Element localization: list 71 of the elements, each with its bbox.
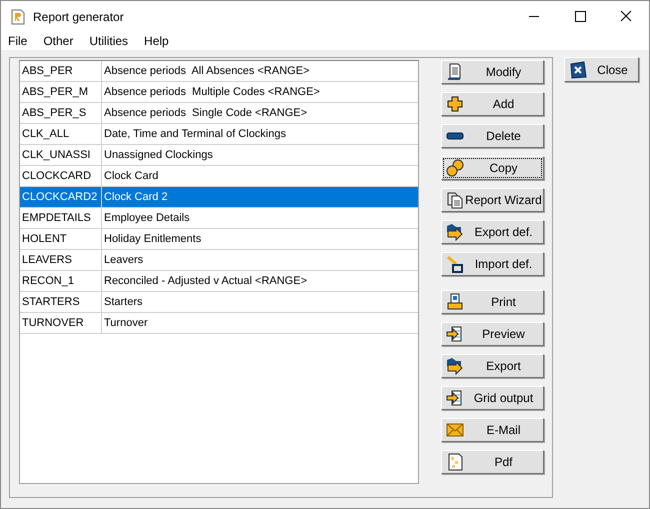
- app-icon: [11, 8, 25, 24]
- table-cell[interactable]: Employee Details: [102, 208, 418, 228]
- table-row[interactable]: ABS_PER Absence periods All Absences <RANGE>: [20, 61, 418, 82]
- pages-icon: [446, 191, 464, 209]
- circles-icon: [446, 159, 464, 177]
- plus-icon: [446, 95, 464, 113]
- action-button[interactable]: Add: [441, 92, 544, 116]
- table-row[interactable]: EMPDETAILS Employee Details: [20, 208, 418, 229]
- action-button[interactable]: Modify: [441, 60, 544, 84]
- action-button[interactable]: Import def.: [441, 252, 544, 276]
- table-row[interactable]: CLOCKCARD2 Clock Card 2: [20, 187, 418, 208]
- action-button[interactable]: Copy: [441, 156, 544, 180]
- action-button[interactable]: Pdf: [441, 450, 544, 474]
- window-title: Report generator: [33, 8, 124, 26]
- menu-item[interactable]: Other: [43, 32, 74, 50]
- table-cell[interactable]: Absence periods Multiple Codes <RANGE>: [102, 82, 418, 102]
- printer-icon: [446, 293, 464, 311]
- table-row[interactable]: TURNOVER Turnover: [20, 313, 418, 334]
- table-cell[interactable]: ABS_PER_S: [20, 103, 102, 123]
- table-cell[interactable]: LEAVERS: [20, 250, 102, 270]
- action-button[interactable]: Print: [441, 290, 544, 314]
- table-cell[interactable]: CLOCKCARD2: [20, 187, 102, 207]
- table-cell[interactable]: Reconciled - Adjusted v Actual <RANGE>: [102, 271, 418, 291]
- arrow-icon: [446, 357, 464, 375]
- envelope-icon: [446, 421, 464, 439]
- action-button[interactable]: Report Wizard: [441, 188, 544, 212]
- table-row[interactable]: CLK_UNASSI Unassigned Clockings: [20, 145, 418, 166]
- table-cell[interactable]: CLOCKCARD: [20, 166, 102, 186]
- import-icon: [446, 255, 464, 273]
- table-row[interactable]: CLOCKCARD Clock Card: [20, 166, 418, 187]
- table-cell[interactable]: ABS_PER_M: [20, 82, 102, 102]
- table-cell[interactable]: Holiday Enitlements: [102, 229, 418, 249]
- close-button[interactable]: Close: [564, 57, 639, 82]
- table-row[interactable]: ABS_PER_M Absence periods Multiple Codes <RANGE>: [20, 82, 418, 103]
- table-cell[interactable]: STARTERS: [20, 292, 102, 312]
- table-row[interactable]: HOLENT Holiday Enitlements: [20, 229, 418, 250]
- table-cell[interactable]: Absence periods Single Code <RANGE>: [102, 103, 418, 123]
- table-row[interactable]: CLK_ALL Date, Time and Terminal of Clockings: [20, 124, 418, 145]
- table-cell[interactable]: TURNOVER: [20, 313, 102, 333]
- arrow-icon: [446, 223, 464, 241]
- action-button[interactable]: Export: [441, 354, 544, 378]
- table-row[interactable]: LEAVERS Leavers: [20, 250, 418, 271]
- preview-icon: [446, 389, 464, 407]
- action-button[interactable]: Delete: [441, 124, 544, 148]
- table-cell[interactable]: Starters: [102, 292, 418, 312]
- menu-item[interactable]: Help: [144, 32, 169, 50]
- action-button[interactable]: Export def.: [441, 220, 544, 244]
- menu-item[interactable]: File: [8, 32, 28, 50]
- table-cell[interactable]: Turnover: [102, 313, 418, 333]
- action-button[interactable]: E-Mail: [441, 418, 544, 442]
- table-cell[interactable]: HOLENT: [20, 229, 102, 249]
- menu-item[interactable]: Utilities: [89, 32, 128, 50]
- table-cell[interactable]: Clock Card: [102, 166, 418, 186]
- table-cell[interactable]: Absence periods All Absences <RANGE>: [102, 61, 418, 81]
- table-cell[interactable]: EMPDETAILS: [20, 208, 102, 228]
- table-cell[interactable]: Unassigned Clockings: [102, 145, 418, 165]
- action-button[interactable]: Grid output: [441, 386, 544, 410]
- table-cell[interactable]: RECON_1: [20, 271, 102, 291]
- close-icon: [569, 60, 587, 78]
- table-row[interactable]: STARTERS Starters: [20, 292, 418, 313]
- table-cell[interactable]: Date, Time and Terminal of Clockings: [102, 124, 418, 144]
- table-cell[interactable]: CLK_UNASSI: [20, 145, 102, 165]
- table-cell[interactable]: Leavers: [102, 250, 418, 270]
- table-cell[interactable]: ABS_PER: [20, 61, 102, 81]
- table-row[interactable]: ABS_PER_S Absence periods Single Code <RANGE>: [20, 103, 418, 124]
- table-cell[interactable]: CLK_ALL: [20, 124, 102, 144]
- pdf-icon: [446, 453, 464, 471]
- table-row[interactable]: RECON_1 Reconciled - Adjusted v Actual <RANGE>: [20, 271, 418, 292]
- action-button[interactable]: Preview: [441, 322, 544, 346]
- table-cell[interactable]: Clock Card 2: [102, 187, 418, 207]
- preview-icon: [446, 325, 464, 343]
